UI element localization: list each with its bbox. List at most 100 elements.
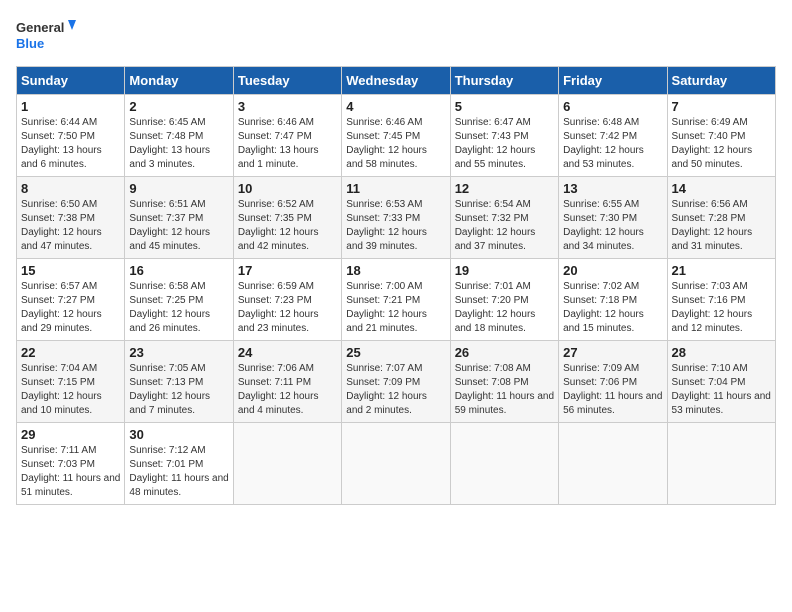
calendar-week-0: 1 Sunrise: 6:44 AM Sunset: 7:50 PM Dayli… [17, 95, 776, 177]
day-number: 17 [238, 263, 337, 278]
day-info: Sunrise: 6:48 AM Sunset: 7:42 PM Dayligh… [563, 116, 662, 172]
day-number: 18 [346, 263, 445, 278]
day-number: 20 [563, 263, 662, 278]
day-info: Sunrise: 6:58 AM Sunset: 7:25 PM Dayligh… [129, 280, 228, 336]
day-cell-17: 17 Sunrise: 6:59 AM Sunset: 7:23 PM Dayl… [233, 259, 341, 341]
day-number: 2 [129, 99, 228, 114]
day-info: Sunrise: 7:00 AM Sunset: 7:21 PM Dayligh… [346, 280, 445, 336]
empty-cell [559, 423, 667, 505]
day-info: Sunrise: 6:54 AM Sunset: 7:32 PM Dayligh… [455, 198, 554, 254]
logo-svg: General Blue [16, 16, 76, 56]
day-header-sunday: Sunday [17, 67, 125, 95]
day-info: Sunrise: 6:53 AM Sunset: 7:33 PM Dayligh… [346, 198, 445, 254]
day-info: Sunrise: 6:59 AM Sunset: 7:23 PM Dayligh… [238, 280, 337, 336]
day-cell-15: 15 Sunrise: 6:57 AM Sunset: 7:27 PM Dayl… [17, 259, 125, 341]
day-cell-8: 8 Sunrise: 6:50 AM Sunset: 7:38 PM Dayli… [17, 177, 125, 259]
day-number: 6 [563, 99, 662, 114]
day-number: 3 [238, 99, 337, 114]
page-header: General Blue [16, 16, 776, 56]
day-info: Sunrise: 7:11 AM Sunset: 7:03 PM Dayligh… [21, 444, 120, 500]
empty-cell [233, 423, 341, 505]
day-cell-30: 30 Sunrise: 7:12 AM Sunset: 7:01 PM Dayl… [125, 423, 233, 505]
day-number: 8 [21, 181, 120, 196]
day-number: 9 [129, 181, 228, 196]
day-info: Sunrise: 6:44 AM Sunset: 7:50 PM Dayligh… [21, 116, 120, 172]
empty-cell [667, 423, 775, 505]
day-info: Sunrise: 6:51 AM Sunset: 7:37 PM Dayligh… [129, 198, 228, 254]
day-cell-16: 16 Sunrise: 6:58 AM Sunset: 7:25 PM Dayl… [125, 259, 233, 341]
day-number: 11 [346, 181, 445, 196]
day-info: Sunrise: 6:56 AM Sunset: 7:28 PM Dayligh… [672, 198, 771, 254]
day-number: 13 [563, 181, 662, 196]
day-cell-12: 12 Sunrise: 6:54 AM Sunset: 7:32 PM Dayl… [450, 177, 558, 259]
day-cell-5: 5 Sunrise: 6:47 AM Sunset: 7:43 PM Dayli… [450, 95, 558, 177]
logo: General Blue [16, 16, 76, 56]
calendar-week-2: 15 Sunrise: 6:57 AM Sunset: 7:27 PM Dayl… [17, 259, 776, 341]
day-cell-4: 4 Sunrise: 6:46 AM Sunset: 7:45 PM Dayli… [342, 95, 450, 177]
day-cell-2: 2 Sunrise: 6:45 AM Sunset: 7:48 PM Dayli… [125, 95, 233, 177]
day-cell-1: 1 Sunrise: 6:44 AM Sunset: 7:50 PM Dayli… [17, 95, 125, 177]
day-number: 30 [129, 427, 228, 442]
day-number: 19 [455, 263, 554, 278]
day-number: 14 [672, 181, 771, 196]
empty-cell [342, 423, 450, 505]
day-cell-22: 22 Sunrise: 7:04 AM Sunset: 7:15 PM Dayl… [17, 341, 125, 423]
day-info: Sunrise: 7:08 AM Sunset: 7:08 PM Dayligh… [455, 362, 554, 418]
day-number: 15 [21, 263, 120, 278]
day-cell-28: 28 Sunrise: 7:10 AM Sunset: 7:04 PM Dayl… [667, 341, 775, 423]
day-number: 16 [129, 263, 228, 278]
day-cell-19: 19 Sunrise: 7:01 AM Sunset: 7:20 PM Dayl… [450, 259, 558, 341]
day-info: Sunrise: 7:06 AM Sunset: 7:11 PM Dayligh… [238, 362, 337, 418]
day-cell-27: 27 Sunrise: 7:09 AM Sunset: 7:06 PM Dayl… [559, 341, 667, 423]
day-cell-25: 25 Sunrise: 7:07 AM Sunset: 7:09 PM Dayl… [342, 341, 450, 423]
day-cell-6: 6 Sunrise: 6:48 AM Sunset: 7:42 PM Dayli… [559, 95, 667, 177]
day-info: Sunrise: 6:46 AM Sunset: 7:45 PM Dayligh… [346, 116, 445, 172]
day-info: Sunrise: 6:50 AM Sunset: 7:38 PM Dayligh… [21, 198, 120, 254]
day-number: 4 [346, 99, 445, 114]
day-info: Sunrise: 6:46 AM Sunset: 7:47 PM Dayligh… [238, 116, 337, 172]
day-header-thursday: Thursday [450, 67, 558, 95]
day-info: Sunrise: 6:55 AM Sunset: 7:30 PM Dayligh… [563, 198, 662, 254]
day-number: 12 [455, 181, 554, 196]
day-info: Sunrise: 7:07 AM Sunset: 7:09 PM Dayligh… [346, 362, 445, 418]
day-cell-29: 29 Sunrise: 7:11 AM Sunset: 7:03 PM Dayl… [17, 423, 125, 505]
calendar-week-4: 29 Sunrise: 7:11 AM Sunset: 7:03 PM Dayl… [17, 423, 776, 505]
day-cell-23: 23 Sunrise: 7:05 AM Sunset: 7:13 PM Dayl… [125, 341, 233, 423]
day-number: 24 [238, 345, 337, 360]
day-info: Sunrise: 7:02 AM Sunset: 7:18 PM Dayligh… [563, 280, 662, 336]
day-info: Sunrise: 6:57 AM Sunset: 7:27 PM Dayligh… [21, 280, 120, 336]
day-header-saturday: Saturday [667, 67, 775, 95]
day-cell-26: 26 Sunrise: 7:08 AM Sunset: 7:08 PM Dayl… [450, 341, 558, 423]
day-cell-9: 9 Sunrise: 6:51 AM Sunset: 7:37 PM Dayli… [125, 177, 233, 259]
day-cell-13: 13 Sunrise: 6:55 AM Sunset: 7:30 PM Dayl… [559, 177, 667, 259]
day-header-tuesday: Tuesday [233, 67, 341, 95]
day-header-wednesday: Wednesday [342, 67, 450, 95]
day-number: 22 [21, 345, 120, 360]
day-info: Sunrise: 6:47 AM Sunset: 7:43 PM Dayligh… [455, 116, 554, 172]
day-number: 28 [672, 345, 771, 360]
empty-cell [450, 423, 558, 505]
day-info: Sunrise: 6:49 AM Sunset: 7:40 PM Dayligh… [672, 116, 771, 172]
day-header-friday: Friday [559, 67, 667, 95]
day-number: 5 [455, 99, 554, 114]
day-cell-7: 7 Sunrise: 6:49 AM Sunset: 7:40 PM Dayli… [667, 95, 775, 177]
day-number: 21 [672, 263, 771, 278]
calendar-week-1: 8 Sunrise: 6:50 AM Sunset: 7:38 PM Dayli… [17, 177, 776, 259]
day-cell-10: 10 Sunrise: 6:52 AM Sunset: 7:35 PM Dayl… [233, 177, 341, 259]
day-cell-24: 24 Sunrise: 7:06 AM Sunset: 7:11 PM Dayl… [233, 341, 341, 423]
day-info: Sunrise: 7:09 AM Sunset: 7:06 PM Dayligh… [563, 362, 662, 418]
day-number: 23 [129, 345, 228, 360]
day-cell-20: 20 Sunrise: 7:02 AM Sunset: 7:18 PM Dayl… [559, 259, 667, 341]
day-cell-3: 3 Sunrise: 6:46 AM Sunset: 7:47 PM Dayli… [233, 95, 341, 177]
day-info: Sunrise: 7:05 AM Sunset: 7:13 PM Dayligh… [129, 362, 228, 418]
svg-text:General: General [16, 20, 64, 35]
day-info: Sunrise: 7:03 AM Sunset: 7:16 PM Dayligh… [672, 280, 771, 336]
day-cell-21: 21 Sunrise: 7:03 AM Sunset: 7:16 PM Dayl… [667, 259, 775, 341]
day-info: Sunrise: 7:12 AM Sunset: 7:01 PM Dayligh… [129, 444, 228, 500]
day-number: 1 [21, 99, 120, 114]
day-info: Sunrise: 7:10 AM Sunset: 7:04 PM Dayligh… [672, 362, 771, 418]
day-cell-14: 14 Sunrise: 6:56 AM Sunset: 7:28 PM Dayl… [667, 177, 775, 259]
day-number: 26 [455, 345, 554, 360]
calendar-week-3: 22 Sunrise: 7:04 AM Sunset: 7:15 PM Dayl… [17, 341, 776, 423]
day-cell-18: 18 Sunrise: 7:00 AM Sunset: 7:21 PM Dayl… [342, 259, 450, 341]
